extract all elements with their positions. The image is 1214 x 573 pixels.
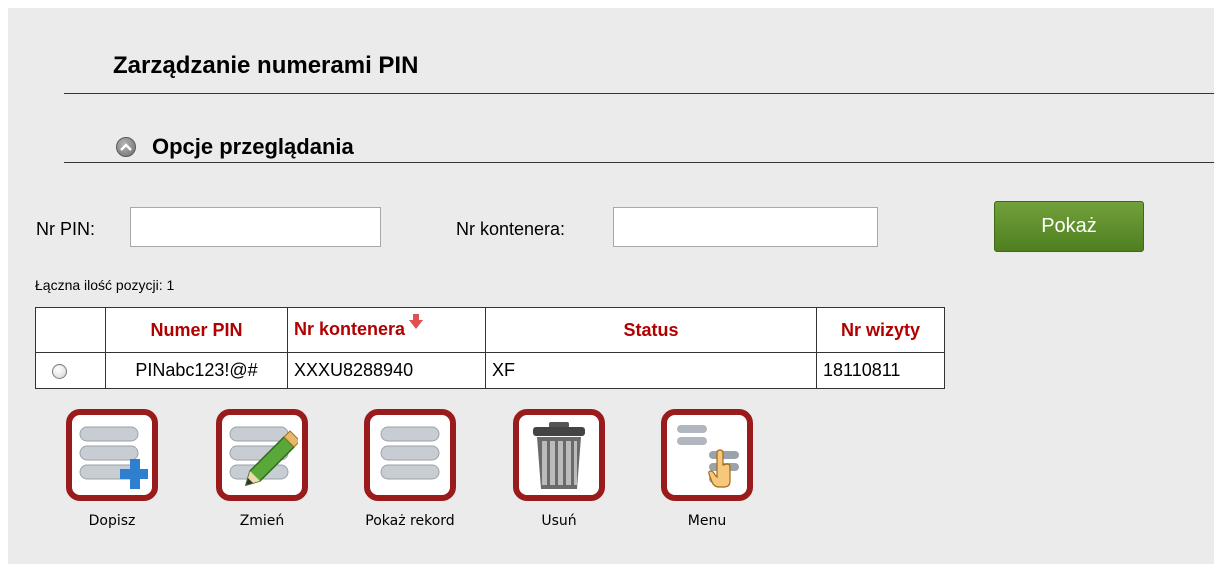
list-icon (364, 409, 456, 501)
pin-input[interactable] (130, 207, 381, 247)
column-header-pin-label: Numer PIN (150, 319, 243, 340)
add-button-label: Dopisz (88, 513, 136, 529)
column-header-container[interactable]: Nr kontenera (287, 307, 486, 353)
page-title: Zarządzanie numerami PIN (113, 52, 419, 79)
filter-section-title: Opcje przeglądania (152, 134, 354, 159)
edit-button-label: Zmień (239, 513, 285, 529)
menu-button[interactable]: Menu (652, 409, 762, 529)
show-record-button-label: Pokaż rekord (365, 513, 455, 529)
row-select-cell (35, 352, 106, 389)
table-header-row: Numer PIN Nr kontenera Status Nr wizyty (35, 307, 945, 353)
delete-button[interactable]: Usuń (504, 409, 614, 529)
total-count: Łączna ilość pozycji: 1 (35, 277, 175, 293)
edit-button[interactable]: Zmień (207, 409, 317, 529)
status-cell: XF (485, 352, 817, 389)
container-link[interactable]: XXXU8288940 (287, 352, 486, 389)
container-input[interactable] (613, 207, 878, 247)
table-row[interactable]: PINabc123!@# XXXU8288940 XF 18110811 (35, 352, 945, 389)
show-record-button[interactable]: Pokaż rekord (355, 409, 465, 529)
pin-label: Nr PIN: (36, 219, 96, 239)
delete-button-label: Usuń (541, 513, 577, 529)
column-header-visit[interactable]: Nr wizyty (816, 307, 945, 353)
column-header-status[interactable]: Status (485, 307, 817, 353)
column-header-status-label: Status (623, 319, 679, 340)
menu-button-label: Menu (687, 513, 727, 529)
select-column-header (35, 307, 106, 353)
visit-cell: 18110811 (816, 352, 945, 389)
sort-down-arrow-icon[interactable] (409, 313, 424, 335)
column-header-pin[interactable]: Numer PIN (105, 307, 288, 353)
list-add-icon (66, 409, 158, 501)
column-header-container-label: Nr kontenera (294, 319, 406, 340)
menu-hand-icon (661, 409, 753, 501)
filter-section-header: Opcje przeglądania (116, 134, 354, 160)
section-divider (64, 162, 1214, 163)
action-toolbar: Dopisz Zmień Pokaż rekord Usuń Menu (0, 409, 1214, 549)
pin-cell: PINabc123!@# (105, 352, 288, 389)
list-edit-pencil-icon (216, 409, 308, 501)
results-table: Numer PIN Nr kontenera Status Nr wizyty … (35, 307, 945, 389)
trash-icon (513, 409, 605, 501)
title-divider (64, 93, 1214, 94)
show-button[interactable]: Pokaż (994, 201, 1144, 252)
row-radio[interactable] (52, 363, 67, 379)
chevron-up-icon[interactable] (116, 137, 136, 157)
add-button[interactable]: Dopisz (57, 409, 167, 529)
container-label: Nr kontenera: (456, 219, 566, 239)
column-header-visit-label: Nr wizyty (840, 319, 921, 340)
